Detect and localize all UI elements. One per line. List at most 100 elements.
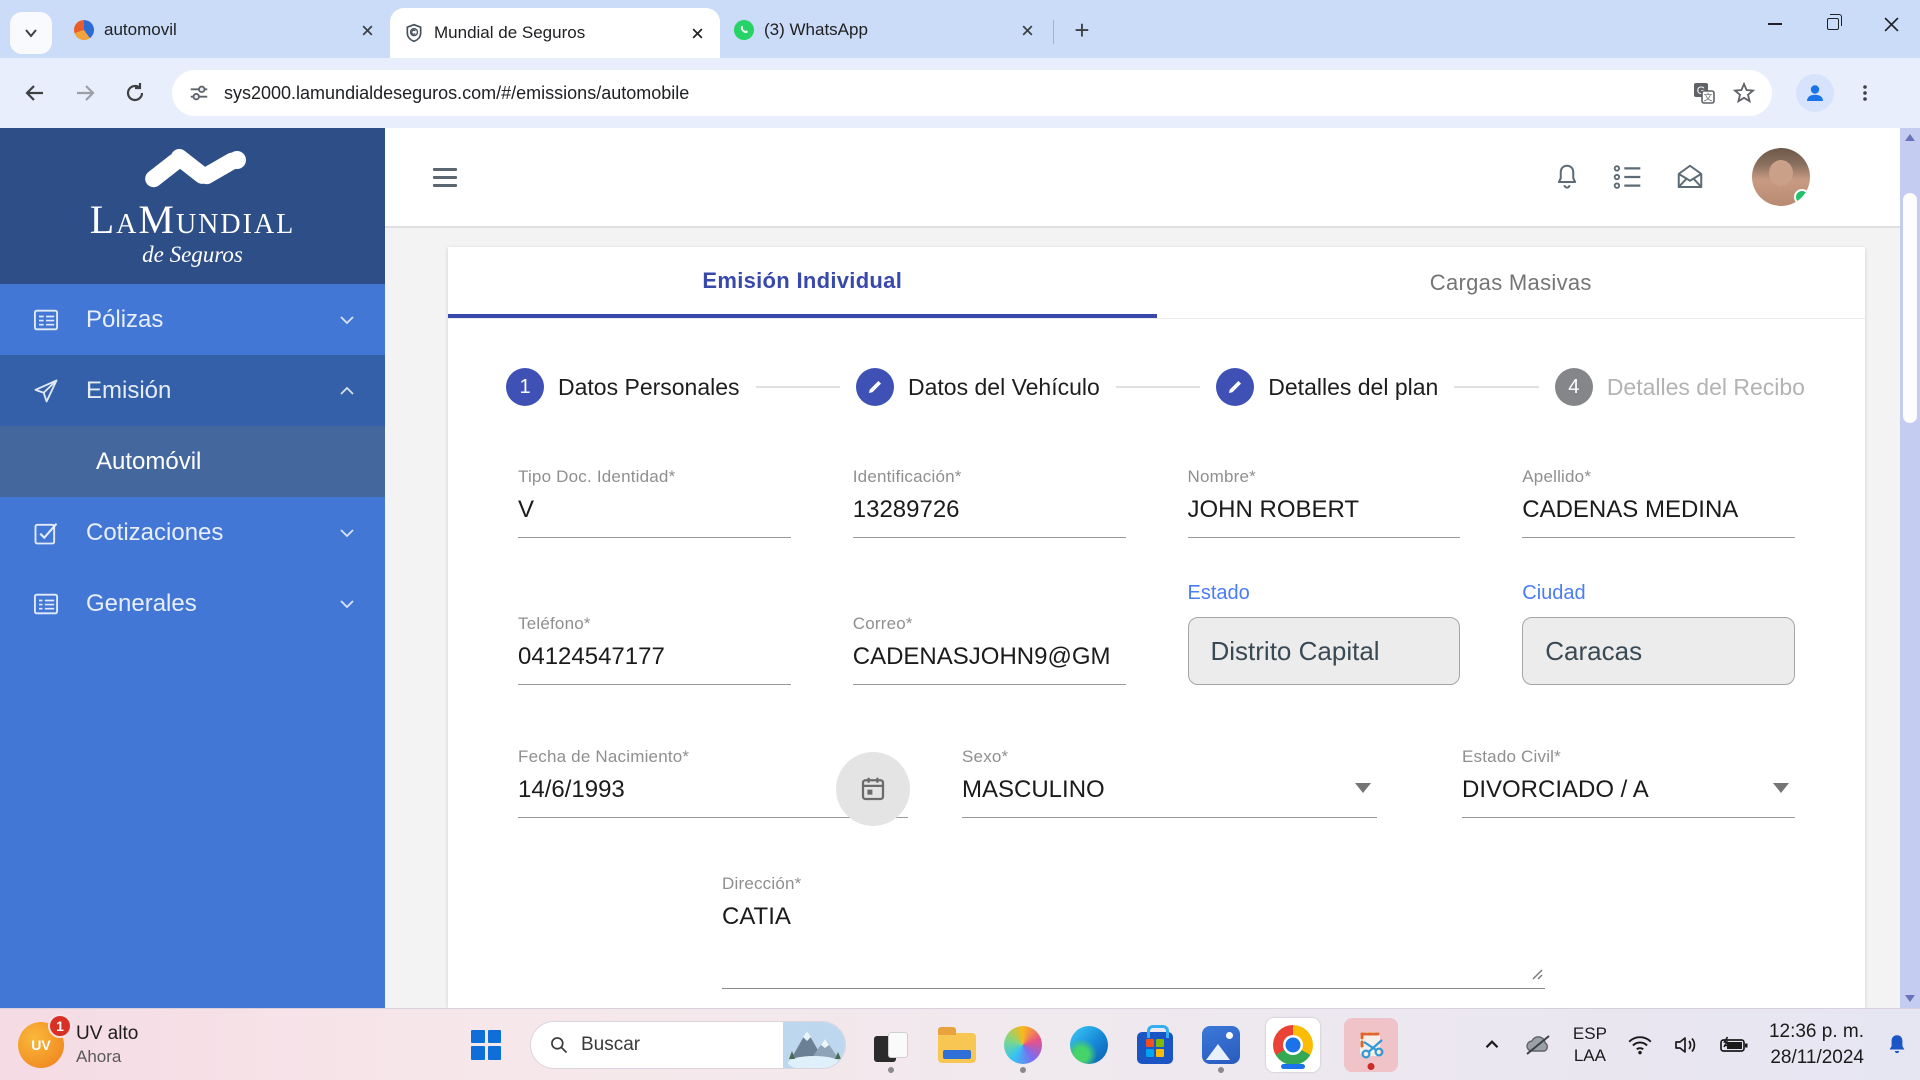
battery-charging-icon[interactable] xyxy=(1719,1034,1749,1056)
tab-whatsapp[interactable]: (3) WhatsApp xyxy=(720,8,1050,52)
site-info-icon[interactable] xyxy=(188,82,210,104)
step-datos-personales[interactable]: 1 Datos Personales xyxy=(506,368,740,406)
field-label: Sexo* xyxy=(962,747,1377,767)
translate-button[interactable]: G文 xyxy=(1692,81,1716,105)
mail-icon[interactable] xyxy=(1674,162,1706,192)
step-number: 4 xyxy=(1555,368,1593,406)
keyboard-language-indicator[interactable]: ESP LAA xyxy=(1573,1023,1607,1066)
back-button[interactable] xyxy=(14,72,56,114)
copilot-button[interactable] xyxy=(1002,1024,1044,1066)
estado-civil-select[interactable]: DIVORCIADO / A xyxy=(1462,776,1795,818)
estado-select[interactable]: Distrito Capital xyxy=(1188,617,1461,685)
scrollbar-thumb[interactable] xyxy=(1903,193,1917,423)
volume-icon[interactable] xyxy=(1673,1034,1699,1056)
direccion-textarea[interactable]: CATIA xyxy=(722,903,1545,989)
browser-menu-button[interactable] xyxy=(1844,72,1886,114)
datepicker-button[interactable] xyxy=(836,752,910,826)
tray-time: 12:36 p. m. xyxy=(1769,1019,1864,1045)
tab-cargas-masivas[interactable]: Cargas Masivas xyxy=(1157,247,1866,318)
main-area: Emisión Individual Cargas Masivas 1 Dato… xyxy=(385,128,1920,1008)
nombre-input[interactable]: JOHN ROBERT xyxy=(1188,496,1461,538)
form-row-3: Fecha de Nacimiento* 14/6/1993 Sexo* MAS… xyxy=(518,747,1795,818)
field-label: Estado Civil* xyxy=(1462,747,1795,767)
chrome-button-active[interactable] xyxy=(1266,1018,1320,1072)
taskbar-notification-bell-icon[interactable] xyxy=(1884,1032,1910,1058)
field-apellido: Apellido* CADENAS MEDINA xyxy=(1522,467,1795,538)
forward-button[interactable] xyxy=(64,72,106,114)
scroll-down-arrow-icon[interactable] xyxy=(1905,995,1915,1002)
browser-toolbar: sys2000.lamundialdeseguros.com/#/emissio… xyxy=(0,58,1920,128)
step-detalles-plan[interactable]: Detalles del plan xyxy=(1216,368,1438,406)
page-scrollbar[interactable] xyxy=(1900,128,1920,1008)
correo-input[interactable]: CADENASJOHN9@GM xyxy=(853,643,1126,685)
step-connector xyxy=(1454,386,1538,388)
tab-mundial-de-seguros[interactable]: Mundial de Seguros xyxy=(390,8,720,58)
tray-chevron-up-icon[interactable] xyxy=(1481,1034,1503,1056)
tab-title: automovil xyxy=(104,20,356,40)
step-datos-vehiculo[interactable]: Datos del Vehículo xyxy=(856,368,1100,406)
restore-button[interactable] xyxy=(1804,0,1862,48)
tipo-doc-input[interactable]: V xyxy=(518,496,791,538)
toolbar-right xyxy=(1786,72,1894,114)
tab-close-icon[interactable] xyxy=(356,19,378,41)
sidebar-item-cotizaciones[interactable]: Cotizaciones xyxy=(0,497,385,568)
tab-automovil[interactable]: automovil xyxy=(60,8,390,52)
new-tab-button[interactable]: + xyxy=(1067,15,1097,46)
weather-widget[interactable]: UV 1 UV alto Ahora xyxy=(18,1022,138,1068)
logo-tagline: de Seguros xyxy=(142,242,243,268)
minimize-button[interactable] xyxy=(1746,0,1804,48)
bookmark-button[interactable] xyxy=(1732,81,1756,105)
identificacion-input[interactable]: 13289726 xyxy=(853,496,1126,538)
browser-profile-button[interactable] xyxy=(1796,74,1834,112)
task-view-button[interactable] xyxy=(870,1024,912,1066)
clock[interactable]: 12:36 p. m. 28/11/2024 xyxy=(1769,1019,1864,1070)
notifications-bell-icon[interactable] xyxy=(1552,162,1582,192)
onedrive-offline-icon[interactable] xyxy=(1523,1033,1553,1057)
menu-toggle-button[interactable] xyxy=(433,168,457,187)
tab-emision-individual[interactable]: Emisión Individual xyxy=(448,247,1157,318)
file-explorer-icon xyxy=(938,1033,976,1063)
content-area: Emisión Individual Cargas Masivas 1 Dato… xyxy=(385,228,1920,1008)
snipping-tool-button[interactable] xyxy=(1344,1018,1398,1072)
dropdown-caret-icon[interactable] xyxy=(1773,783,1789,793)
taskbar-search[interactable]: Buscar xyxy=(530,1021,846,1069)
user-avatar[interactable] xyxy=(1752,148,1810,206)
tab-search-button[interactable] xyxy=(10,12,52,54)
microsoft-store-button[interactable] xyxy=(1134,1024,1176,1066)
form-row-2: Teléfono* 04124547177 Correo* CADENASJOH… xyxy=(518,582,1795,685)
telefono-input[interactable]: 04124547177 xyxy=(518,643,791,685)
sidebar-item-label: Pólizas xyxy=(86,306,337,334)
sidebar-background xyxy=(0,639,385,1008)
sexo-select[interactable]: MASCULINO xyxy=(962,776,1377,818)
start-button[interactable] xyxy=(466,1025,506,1065)
edge-button[interactable] xyxy=(1068,1024,1110,1066)
sidebar-item-emision[interactable]: Emisión xyxy=(0,355,385,426)
task-list-icon[interactable] xyxy=(1612,162,1644,192)
copilot-icon xyxy=(1004,1026,1042,1064)
chevron-down-icon xyxy=(337,594,357,614)
sidebar-item-polizas[interactable]: Pólizas xyxy=(0,284,385,355)
url-text[interactable]: sys2000.lamundialdeseguros.com/#/emissio… xyxy=(224,83,1676,104)
screen: automovil Mundial de Seguros (3) WhatsAp… xyxy=(0,0,1920,1080)
sidebar-item-label: Automóvil xyxy=(96,448,201,476)
active-window-indicator xyxy=(1281,1064,1305,1069)
sidebar-item-automovil-active[interactable]: Automóvil xyxy=(0,426,385,497)
wifi-icon[interactable] xyxy=(1627,1034,1653,1056)
shield-favicon xyxy=(404,23,424,43)
dropdown-caret-icon[interactable] xyxy=(1355,783,1371,793)
ciudad-select[interactable]: Caracas xyxy=(1522,617,1795,685)
tab-close-icon[interactable] xyxy=(686,22,708,44)
tab-close-icon[interactable] xyxy=(1016,19,1038,41)
step-detalles-recibo[interactable]: 4 Detalles del Recibo xyxy=(1555,368,1805,406)
address-bar[interactable]: sys2000.lamundialdeseguros.com/#/emissio… xyxy=(172,70,1772,116)
photos-icon xyxy=(1202,1026,1240,1064)
resize-grip-icon[interactable] xyxy=(1529,966,1543,980)
file-explorer-button[interactable] xyxy=(936,1024,978,1066)
sidebar-item-generales[interactable]: Generales xyxy=(0,568,385,639)
tab-title: Mundial de Seguros xyxy=(434,23,686,43)
scroll-up-arrow-icon[interactable] xyxy=(1905,134,1915,141)
reload-button[interactable] xyxy=(114,72,156,114)
photos-button[interactable] xyxy=(1200,1024,1242,1066)
close-button[interactable] xyxy=(1862,0,1920,48)
apellido-input[interactable]: CADENAS MEDINA xyxy=(1522,496,1795,538)
